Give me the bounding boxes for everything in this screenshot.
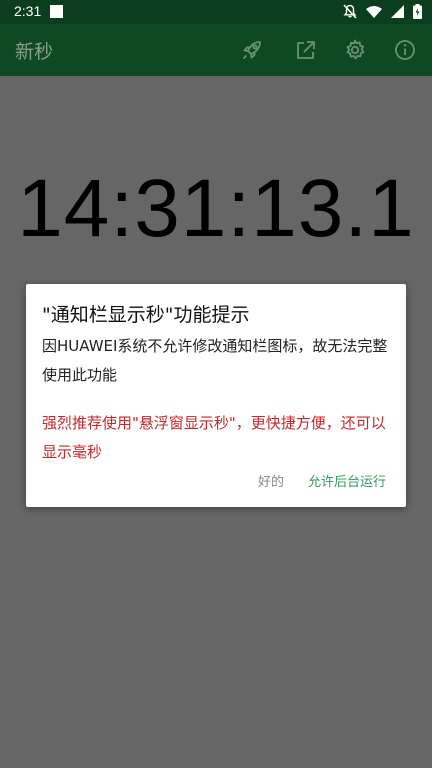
cell-signal-icon xyxy=(391,5,404,18)
dialog-recommendation: 强烈推荐使用"悬浮窗显示秒"，更快捷方便，还可以显示毫秒 xyxy=(42,414,386,461)
status-icons xyxy=(343,4,422,19)
feature-notice-dialog: "通知栏显示秒"功能提示 因HUAWEI系统不允许修改通知栏图标，故无法完整使用… xyxy=(26,284,406,507)
share-icon[interactable] xyxy=(294,38,318,62)
battery-icon xyxy=(413,4,422,19)
dialog-message: 因HUAWEI系统不允许修改通知栏图标，故无法完整使用此功能 xyxy=(42,337,388,384)
wifi-icon xyxy=(366,6,382,18)
app-bar: 新秒 xyxy=(0,24,432,76)
dialog-actions: 好的 允许后台运行 xyxy=(258,471,386,490)
dialog-title: "通知栏显示秒"功能提示 xyxy=(42,304,250,326)
info-icon[interactable] xyxy=(393,38,417,62)
app-title: 新秒 xyxy=(15,41,54,63)
status-bar: 2:31 xyxy=(0,0,432,24)
clock-display: 14:31:13.1 xyxy=(17,163,415,254)
ok-button[interactable]: 好的 xyxy=(258,471,284,490)
screen: 2:31 新秒 14:31:13.1 "通知栏显示秒"功能提示 因HUAWEI系… xyxy=(0,0,432,768)
rocket-icon[interactable] xyxy=(240,38,264,62)
allow-background-button[interactable]: 允许后台运行 xyxy=(308,471,386,490)
mute-bell-icon xyxy=(343,4,357,19)
gear-icon[interactable] xyxy=(343,38,367,62)
status-time: 2:31 xyxy=(14,3,42,19)
notification-square-icon xyxy=(50,5,63,18)
